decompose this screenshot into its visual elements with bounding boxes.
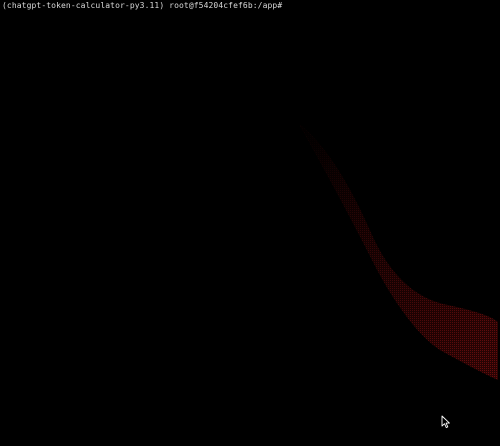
terminal-window[interactable]: (chatgpt-token-calculator-py3.11) root@f…	[0, 0, 500, 446]
mouse-pointer-icon	[441, 415, 450, 429]
text-cursor	[284, 1, 289, 9]
shell-prompt: (chatgpt-token-calculator-py3.11) root@f…	[2, 1, 289, 11]
red-wallpaper-streak	[280, 110, 500, 390]
prompt-text: (chatgpt-token-calculator-py3.11) root@f…	[2, 1, 283, 10]
